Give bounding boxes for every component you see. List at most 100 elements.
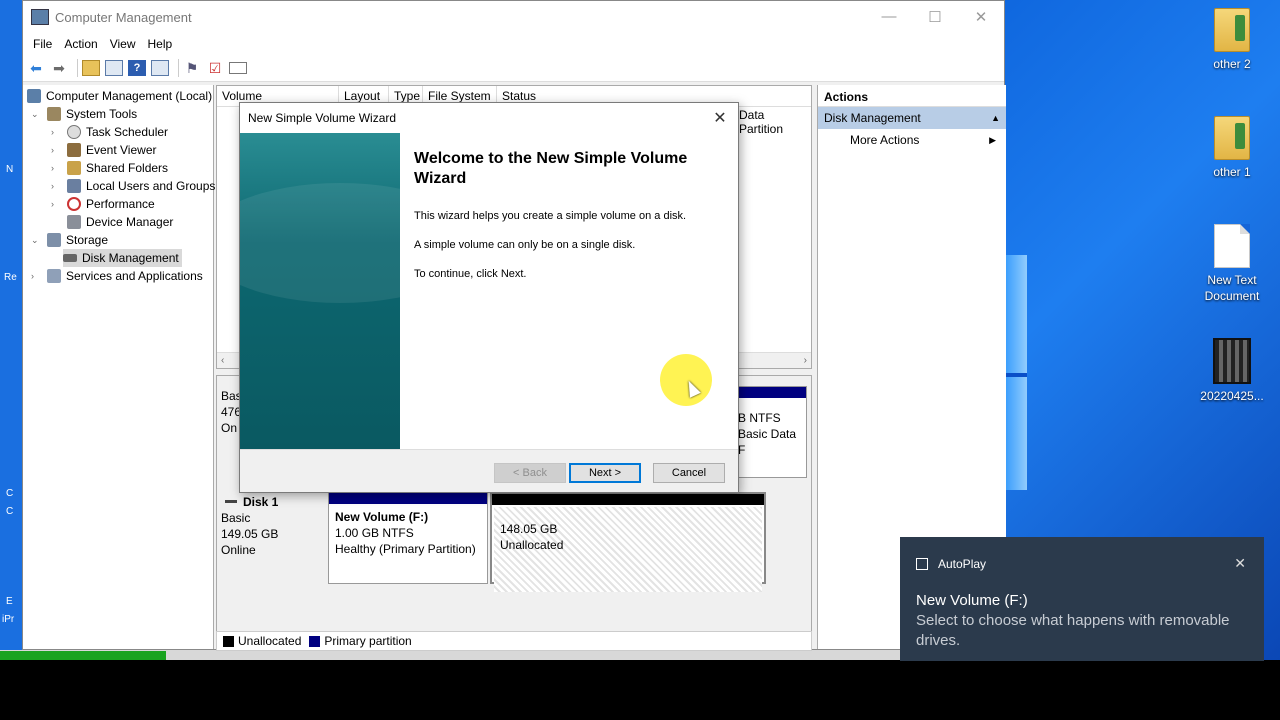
- desktop-icon-video[interactable]: 20220425...: [1194, 338, 1270, 404]
- toast-close-icon[interactable]: ✕: [1234, 555, 1246, 572]
- properties-icon[interactable]: [151, 60, 169, 76]
- menu-action[interactable]: Action: [58, 37, 103, 51]
- tree-item-device-manager[interactable]: Device Manager: [67, 213, 173, 231]
- menu-help[interactable]: Help: [142, 37, 179, 51]
- desktop-fragment: C: [6, 488, 14, 499]
- folder-icon: [1214, 8, 1250, 52]
- tree-label: Disk Management: [82, 251, 179, 265]
- tree-label: Performance: [86, 197, 155, 211]
- scroll-right-icon[interactable]: ›: [804, 355, 807, 366]
- wizard-content: Welcome to the New Simple Volume Wizard …: [414, 149, 724, 296]
- desktop-icon-other-1[interactable]: other 1: [1194, 116, 1270, 180]
- wizard-title-bar: New Simple Volume Wizard ✕: [240, 103, 738, 133]
- toast-app-name: AutoPlay: [938, 556, 987, 571]
- disk1-type: Basic: [221, 511, 251, 525]
- tree-item-services[interactable]: › Services and Applications: [31, 267, 203, 285]
- tree-item-storage[interactable]: ⌄ Storage: [31, 231, 108, 249]
- desktop-icon-label: other 1: [1213, 165, 1251, 179]
- desktop-icon-other-2[interactable]: other 2: [1194, 8, 1270, 72]
- windows-logo-divider: [1005, 373, 1027, 377]
- chevron-right-icon[interactable]: ›: [31, 271, 41, 281]
- checklist-icon[interactable]: ☑: [206, 60, 224, 76]
- storage-icon: [47, 233, 61, 247]
- status-cell: Data Partition: [739, 108, 784, 136]
- chevron-right-icon[interactable]: ›: [51, 145, 61, 155]
- chevron-right-icon[interactable]: ›: [51, 163, 61, 173]
- collapse-up-icon[interactable]: ▲: [991, 113, 1000, 123]
- chevron-right-icon[interactable]: ›: [51, 127, 61, 137]
- more-actions[interactable]: More Actions ▶: [818, 129, 1006, 151]
- menu-file[interactable]: File: [27, 37, 58, 51]
- minimize-button[interactable]: —: [866, 8, 912, 26]
- chevron-right-icon[interactable]: ›: [51, 181, 61, 191]
- shared-folder-icon: [67, 161, 81, 175]
- wizard-close-icon[interactable]: ✕: [702, 108, 738, 128]
- wizard-heading: Welcome to the New Simple Volume Wizard: [414, 150, 688, 187]
- clock-icon: [67, 125, 81, 139]
- actions-header: Actions: [818, 85, 1006, 107]
- tree-item-task-scheduler[interactable]: › Task Scheduler: [51, 123, 168, 141]
- tree-item-root[interactable]: Computer Management (Local): [27, 87, 212, 105]
- toolbar-separator: [77, 59, 78, 77]
- partition-unallocated[interactable]: 148.05 GB Unallocated: [490, 492, 766, 592]
- desktop-icon-new-text-document[interactable]: New Text Document: [1194, 224, 1270, 304]
- connect-icon[interactable]: ⚑: [183, 60, 201, 76]
- tree-item-shared-folders[interactable]: › Shared Folders: [51, 159, 168, 177]
- tree-item-event-viewer[interactable]: › Event Viewer: [51, 141, 156, 159]
- left-desktop-strip: N Re C C E iPr: [0, 0, 22, 660]
- partition-type: Basic Data F: [738, 427, 797, 457]
- partition-new-volume[interactable]: New Volume (F:) 1.00 GB NTFS Healthy (Pr…: [328, 492, 488, 584]
- partition-filesystem: B NTFS: [738, 411, 781, 425]
- tree-item-system-tools[interactable]: ⌄ System Tools: [31, 105, 137, 123]
- tree-label: Shared Folders: [86, 161, 169, 175]
- tree-label: Computer Management (Local): [46, 89, 213, 103]
- scroll-left-icon[interactable]: ‹: [221, 355, 224, 366]
- legend-unallocated: Unallocated: [238, 634, 302, 648]
- partition-status: Healthy (Primary Partition): [335, 542, 476, 556]
- video-file-icon: [1213, 338, 1251, 384]
- tree-label: Services and Applications: [66, 269, 203, 283]
- tree-item-disk-management[interactable]: Disk Management: [63, 249, 182, 267]
- text-document-icon: [1214, 224, 1250, 268]
- actions-disk-management[interactable]: Disk Management ▲: [818, 107, 1006, 129]
- toast-message: Select to choose what happens with remov…: [916, 612, 1230, 649]
- menu-bar: File Action View Help: [23, 33, 1004, 55]
- disk0-partition[interactable]: B NTFS Basic Data F: [735, 386, 807, 478]
- tree-item-performance[interactable]: › Performance: [51, 195, 155, 213]
- back-button[interactable]: < Back: [494, 463, 566, 483]
- primary-partition-bar: [329, 493, 487, 504]
- help-icon[interactable]: ?: [128, 60, 146, 76]
- close-button[interactable]: ✕: [958, 8, 1004, 26]
- up-folder-icon[interactable]: [82, 60, 100, 76]
- disk1-info[interactable]: Disk 1 Basic 149.05 GB Online: [221, 494, 325, 558]
- tree-label: Event Viewer: [86, 143, 157, 157]
- performance-icon: [67, 197, 81, 211]
- maximize-button[interactable]: ☐: [912, 8, 958, 26]
- window-title: Computer Management: [55, 9, 192, 25]
- chevron-down-icon[interactable]: ⌄: [31, 235, 41, 246]
- desktop-icon-label: other 2: [1213, 57, 1251, 71]
- computer-management-icon: [27, 89, 41, 103]
- show-hide-tree-icon[interactable]: [105, 60, 123, 76]
- forward-arrow-icon[interactable]: ➡: [50, 60, 68, 76]
- wizard-body: Welcome to the New Simple Volume Wizard …: [240, 133, 738, 449]
- toolbar: ⬅ ➡ ? ⚑ ☑: [23, 55, 1004, 82]
- autoplay-icon: [916, 557, 928, 570]
- desktop-icon-label: 20220425...: [1200, 389, 1264, 403]
- wizard-side-graphic: [240, 133, 400, 449]
- chevron-down-icon[interactable]: ⌄: [31, 109, 41, 120]
- chevron-right-icon[interactable]: ›: [51, 199, 61, 209]
- tree-label: Local Users and Groups: [86, 179, 216, 193]
- tree-item-local-users[interactable]: › Local Users and Groups: [51, 177, 215, 195]
- cancel-button[interactable]: Cancel: [653, 463, 725, 483]
- wizard-text-3: To continue, click Next.: [414, 268, 527, 280]
- back-arrow-icon[interactable]: ⬅: [27, 60, 45, 76]
- tree-label: Task Scheduler: [86, 125, 169, 139]
- autoplay-notification[interactable]: AutoPlay ✕ New Volume (F:) Select to cho…: [900, 537, 1264, 661]
- wizard-footer: < Back Next > Cancel: [240, 449, 738, 492]
- wizard-text-1: This wizard helps you create a simple vo…: [414, 210, 687, 222]
- settings-panel-icon[interactable]: [229, 62, 247, 74]
- menu-view[interactable]: View: [104, 37, 142, 51]
- desktop-fragment: E: [6, 596, 13, 607]
- next-button[interactable]: Next >: [569, 463, 641, 483]
